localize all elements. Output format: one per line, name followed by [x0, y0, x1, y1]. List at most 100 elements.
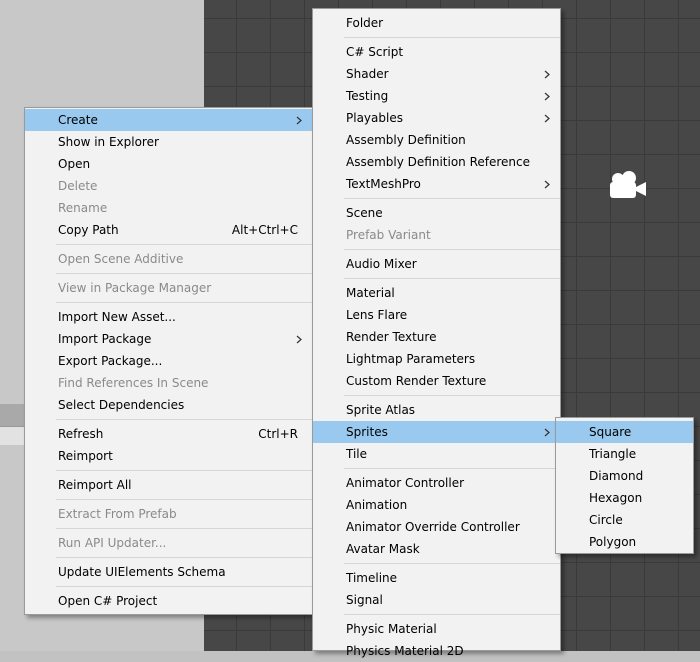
context-menu-item-create[interactable]: Create: [25, 109, 312, 131]
context-menu-item-delete: Delete: [25, 175, 312, 197]
create-menu-item-folder[interactable]: Folder: [313, 12, 560, 34]
create-menu-item-material[interactable]: Material: [313, 282, 560, 304]
menu-item-label: Animator Override Controller: [346, 520, 520, 534]
menu-item-label: Signal: [346, 593, 383, 607]
create-menu-item-playables[interactable]: Playables: [313, 107, 560, 129]
context-menu-item-import-new-asset[interactable]: Import New Asset...: [25, 306, 312, 328]
menu-item-label: Folder: [346, 16, 384, 30]
menu-item-label: Animation: [346, 498, 408, 512]
sprites-menu-item-polygon[interactable]: Polygon: [556, 531, 693, 553]
context-menu-item-rename: Rename: [25, 197, 312, 219]
menu-item-label: Shader: [346, 67, 389, 81]
create-menu-item-tile[interactable]: Tile: [313, 443, 560, 465]
menu-item-label: Physic Material: [346, 622, 437, 636]
menu-item-label: Tile: [346, 447, 368, 461]
create-menu-item-animator-override-controller[interactable]: Animator Override Controller: [313, 516, 560, 538]
context-menu-item-run-api-updater: Run API Updater...: [25, 532, 312, 554]
create-menu-separator: [344, 37, 560, 38]
menu-item-label: Avatar Mask: [346, 542, 420, 556]
create-menu-item-audio-mixer[interactable]: Audio Mixer: [313, 253, 560, 275]
sprites-menu-item-hexagon[interactable]: Hexagon: [556, 487, 693, 509]
context-menu-separator: [56, 302, 312, 303]
sprites-menu-item-square[interactable]: Square: [556, 421, 693, 443]
context-menu-item-copy-path[interactable]: Copy Path Alt+Ctrl+C: [25, 219, 312, 241]
create-menu-item-physics-material-2d[interactable]: Physics Material 2D: [313, 640, 560, 662]
context-menu-separator: [56, 557, 312, 558]
create-menu-item-sprites[interactable]: Sprites: [313, 421, 560, 443]
context-menu-item-extract-from-prefab: Extract From Prefab: [25, 503, 312, 525]
context-menu-item-import-package[interactable]: Import Package: [25, 328, 312, 350]
menu-item-label: Diamond: [589, 469, 644, 483]
chevron-right-icon: [542, 107, 552, 129]
menu-item-label: Create: [58, 113, 98, 127]
create-menu-separator: [344, 198, 560, 199]
menu-item-label: Triangle: [589, 447, 637, 461]
menu-item-label: Run API Updater...: [58, 536, 167, 550]
menu-item-label: Find References In Scene: [58, 376, 209, 390]
menu-item-label: Square: [589, 425, 632, 439]
create-menu-item-testing[interactable]: Testing: [313, 85, 560, 107]
create-menu-item-animation[interactable]: Animation: [313, 494, 560, 516]
create-menu-item-animator-controller[interactable]: Animator Controller: [313, 472, 560, 494]
context-menu-item-refresh[interactable]: Refresh Ctrl+R: [25, 423, 312, 445]
menu-item-label: C# Script: [346, 45, 404, 59]
menu-item-label: Import Package: [58, 332, 152, 346]
menu-item-label: Export Package...: [58, 354, 163, 368]
context-menu-item-open[interactable]: Open: [25, 153, 312, 175]
create-menu-item-render-texture[interactable]: Render Texture: [313, 326, 560, 348]
camera-icon[interactable]: [604, 170, 650, 202]
context-menu-item-reimport[interactable]: Reimport: [25, 445, 312, 467]
create-submenu: Folder C# Script Shader Testing Playables Ass…: [312, 8, 561, 658]
create-menu-separator: [344, 468, 560, 469]
menu-item-label: Hexagon: [589, 491, 643, 505]
context-menu-separator: [56, 419, 312, 420]
create-menu-separator: [344, 614, 560, 615]
create-menu-item-c-script[interactable]: C# Script: [313, 41, 560, 63]
sprites-menu-item-circle[interactable]: Circle: [556, 509, 693, 531]
menu-item-label: Polygon: [589, 535, 637, 549]
create-menu-item-signal[interactable]: Signal: [313, 589, 560, 611]
menu-item-label: Open: [58, 157, 91, 171]
context-menu-item-update-uielements-schema[interactable]: Update UIElements Schema: [25, 561, 312, 583]
menu-item-label: Playables: [346, 111, 403, 125]
menu-item-label: Select Dependencies: [58, 398, 185, 412]
create-menu-item-avatar-mask[interactable]: Avatar Mask: [313, 538, 560, 560]
menu-item-label: Assembly Definition: [346, 133, 466, 147]
create-menu-separator: [344, 278, 560, 279]
context-menu-item-reimport-all[interactable]: Reimport All: [25, 474, 312, 496]
context-menu-item-open-c-project[interactable]: Open C# Project: [25, 590, 312, 612]
menu-item-label: Update UIElements Schema: [58, 565, 226, 579]
create-menu-item-lightmap-parameters[interactable]: Lightmap Parameters: [313, 348, 560, 370]
context-menu: Create Show in Explorer Open Delete Rename Co…: [24, 107, 313, 615]
menu-item-label: Copy Path: [58, 223, 119, 237]
menu-item-label: Delete: [58, 179, 98, 193]
create-menu-item-assembly-definition-reference[interactable]: Assembly Definition Reference: [313, 151, 560, 173]
create-menu-item-lens-flare[interactable]: Lens Flare: [313, 304, 560, 326]
sprites-menu-item-diamond[interactable]: Diamond: [556, 465, 693, 487]
chevron-right-icon: [542, 173, 552, 195]
context-menu-item-export-package[interactable]: Export Package...: [25, 350, 312, 372]
create-menu-item-scene[interactable]: Scene: [313, 202, 560, 224]
sprites-menu-item-triangle[interactable]: Triangle: [556, 443, 693, 465]
menu-item-label: Show in Explorer: [58, 135, 159, 149]
create-menu-item-custom-render-texture[interactable]: Custom Render Texture: [313, 370, 560, 392]
chevron-right-icon: [542, 85, 552, 107]
create-menu-item-textmeshpro[interactable]: TextMeshPro: [313, 173, 560, 195]
shortcut-label: Alt+Ctrl+C: [231, 223, 298, 237]
menu-item-label: Timeline: [346, 571, 398, 585]
create-menu-item-assembly-definition[interactable]: Assembly Definition: [313, 129, 560, 151]
context-menu-item-show-in-explorer[interactable]: Show in Explorer: [25, 131, 312, 153]
menu-item-label: Animator Controller: [346, 476, 465, 490]
create-menu-item-sprite-atlas[interactable]: Sprite Atlas: [313, 399, 560, 421]
create-menu-item-physic-material[interactable]: Physic Material: [313, 618, 560, 640]
context-menu-item-open-scene-additive: Open Scene Additive: [25, 248, 312, 270]
menu-item-label: Refresh: [58, 427, 104, 441]
context-menu-item-find-references-in-scene: Find References In Scene: [25, 372, 312, 394]
chevron-right-icon: [294, 109, 304, 131]
create-menu-item-shader[interactable]: Shader: [313, 63, 560, 85]
menu-item-label: Lightmap Parameters: [346, 352, 476, 366]
menu-item-label: TextMeshPro: [346, 177, 421, 191]
sprites-submenu: Square Triangle Diamond Hexagon Circle Polygo…: [555, 417, 694, 554]
create-menu-item-timeline[interactable]: Timeline: [313, 567, 560, 589]
context-menu-item-select-dependencies[interactable]: Select Dependencies: [25, 394, 312, 416]
